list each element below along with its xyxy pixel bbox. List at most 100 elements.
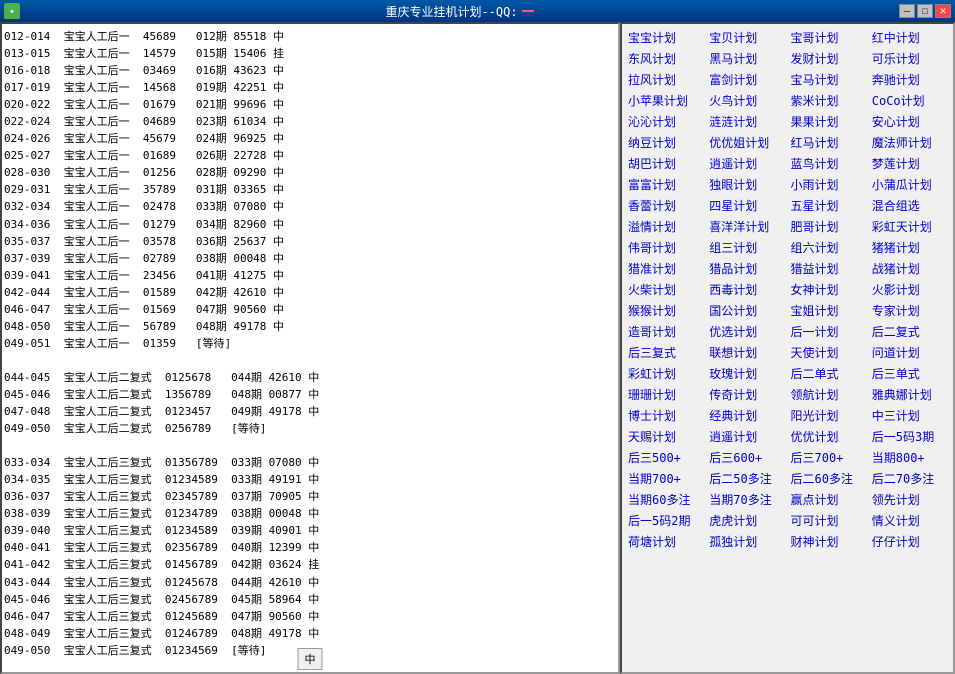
plan-link[interactable]: 后一计划 xyxy=(789,322,868,341)
plan-link[interactable]: 东风计划 xyxy=(626,49,705,68)
plan-link[interactable]: 博士计划 xyxy=(626,406,705,425)
plan-link[interactable]: 肥哥计划 xyxy=(789,217,868,236)
plan-link[interactable]: 宝贝计划 xyxy=(707,28,786,47)
plan-link[interactable]: 五星计划 xyxy=(789,196,868,215)
plan-link[interactable]: 安心计划 xyxy=(870,112,949,131)
plan-link[interactable]: 女神计划 xyxy=(789,280,868,299)
plan-link[interactable]: 情义计划 xyxy=(870,511,949,530)
plan-link[interactable]: 经典计划 xyxy=(707,406,786,425)
plan-link[interactable]: 宝姐计划 xyxy=(789,301,868,320)
plan-link[interactable]: 国公计划 xyxy=(707,301,786,320)
plan-link[interactable]: 猎益计划 xyxy=(789,259,868,278)
plan-link[interactable]: 伟哥计划 xyxy=(626,238,705,257)
plan-link[interactable]: 可可计划 xyxy=(789,511,868,530)
plan-link[interactable]: 优选计划 xyxy=(707,322,786,341)
plan-link[interactable]: 火鸟计划 xyxy=(707,91,786,110)
plan-link[interactable]: 优优计划 xyxy=(789,427,868,446)
plan-link[interactable]: 问道计划 xyxy=(870,343,949,362)
plan-link[interactable]: 虎虎计划 xyxy=(707,511,786,530)
plan-link[interactable]: 专家计划 xyxy=(870,301,949,320)
plan-link[interactable]: 后三复式 xyxy=(626,343,705,362)
plan-link[interactable]: 涟涟计划 xyxy=(707,112,786,131)
plan-link[interactable]: 小蒲瓜计划 xyxy=(870,175,949,194)
plan-link[interactable]: 猎准计划 xyxy=(626,259,705,278)
plan-link[interactable]: 后三600+ xyxy=(707,448,786,467)
close-button[interactable]: ✕ xyxy=(935,4,951,18)
plan-link[interactable]: 孤独计划 xyxy=(707,532,786,551)
plan-link[interactable]: 赢点计划 xyxy=(789,490,868,509)
plan-link[interactable]: 拉风计划 xyxy=(626,70,705,89)
plan-link[interactable]: 阳光计划 xyxy=(789,406,868,425)
plan-link[interactable]: 后二单式 xyxy=(789,364,868,383)
plan-link[interactable]: 果果计划 xyxy=(789,112,868,131)
plan-link[interactable]: 荷塘计划 xyxy=(626,532,705,551)
plan-link[interactable]: 优优姐计划 xyxy=(707,133,786,152)
plan-link[interactable]: 猴猴计划 xyxy=(626,301,705,320)
plan-link[interactable]: 组三计划 xyxy=(707,238,786,257)
minimize-button[interactable]: ─ xyxy=(899,4,915,18)
plan-link[interactable]: 后三700+ xyxy=(789,448,868,467)
plan-link[interactable]: 红马计划 xyxy=(789,133,868,152)
plan-link[interactable]: 战猪计划 xyxy=(870,259,949,278)
plan-link[interactable]: 发财计划 xyxy=(789,49,868,68)
plan-link[interactable]: 逍遥计划 xyxy=(707,427,786,446)
plan-link[interactable]: 火柴计划 xyxy=(626,280,705,299)
plan-link[interactable]: 宝哥计划 xyxy=(789,28,868,47)
plan-link[interactable]: 猪猪计划 xyxy=(870,238,949,257)
plan-link[interactable]: 雅典娜计划 xyxy=(870,385,949,404)
plan-link[interactable]: CoCo计划 xyxy=(870,91,949,110)
plan-link[interactable]: 天使计划 xyxy=(789,343,868,362)
plan-link[interactable]: 当期700+ xyxy=(626,469,705,488)
maximize-button[interactable]: □ xyxy=(917,4,933,18)
plan-link[interactable]: 胡巴计划 xyxy=(626,154,705,173)
plan-link[interactable]: 西毒计划 xyxy=(707,280,786,299)
plan-link[interactable]: 小苹果计划 xyxy=(626,91,705,110)
plan-link[interactable]: 后二60多注 xyxy=(789,469,868,488)
plan-link[interactable]: 当期70多注 xyxy=(707,490,786,509)
plan-link[interactable]: 香蕾计划 xyxy=(626,196,705,215)
plan-link[interactable]: 财神计划 xyxy=(789,532,868,551)
plan-link[interactable]: 当期60多注 xyxy=(626,490,705,509)
plan-link[interactable]: 小雨计划 xyxy=(789,175,868,194)
plan-link[interactable]: 彩虹天计划 xyxy=(870,217,949,236)
plan-link[interactable]: 混合组选 xyxy=(870,196,949,215)
plan-link[interactable]: 后二70多注 xyxy=(870,469,949,488)
plan-link[interactable]: 传奇计划 xyxy=(707,385,786,404)
plan-link[interactable]: 梦莲计划 xyxy=(870,154,949,173)
left-panel[interactable]: 012-014 宝宝人工后一 45689 012期 85518 中 013-01… xyxy=(0,22,620,674)
plan-link[interactable]: 宝马计划 xyxy=(789,70,868,89)
plan-link[interactable]: 喜洋洋计划 xyxy=(707,217,786,236)
plan-link[interactable]: 纳豆计划 xyxy=(626,133,705,152)
plan-link[interactable]: 领航计划 xyxy=(789,385,868,404)
plan-link[interactable]: 逍遥计划 xyxy=(707,154,786,173)
plan-link[interactable]: 可乐计划 xyxy=(870,49,949,68)
plan-link[interactable]: 紫米计划 xyxy=(789,91,868,110)
plan-link[interactable]: 仔仔计划 xyxy=(870,532,949,551)
plan-link[interactable]: 领先计划 xyxy=(870,490,949,509)
plan-link[interactable]: 独眼计划 xyxy=(707,175,786,194)
plan-link[interactable]: 红中计划 xyxy=(870,28,949,47)
plan-link[interactable]: 富剑计划 xyxy=(707,70,786,89)
plan-link[interactable]: 当期800+ xyxy=(870,448,949,467)
plan-link[interactable]: 后一5码3期 xyxy=(870,427,949,446)
plan-link[interactable]: 后一5码2期 xyxy=(626,511,705,530)
plan-link[interactable]: 蓝鸟计划 xyxy=(789,154,868,173)
plan-link[interactable]: 宝宝计划 xyxy=(626,28,705,47)
plan-link[interactable]: 富富计划 xyxy=(626,175,705,194)
plan-link[interactable]: 后三500+ xyxy=(626,448,705,467)
plan-link[interactable]: 玫瑰计划 xyxy=(707,364,786,383)
plan-link[interactable]: 中三计划 xyxy=(870,406,949,425)
plan-link[interactable]: 组六计划 xyxy=(789,238,868,257)
plan-link[interactable]: 造哥计划 xyxy=(626,322,705,341)
plan-link[interactable]: 猎品计划 xyxy=(707,259,786,278)
plan-link[interactable]: 珊珊计划 xyxy=(626,385,705,404)
plan-link[interactable]: 四星计划 xyxy=(707,196,786,215)
plan-link[interactable]: 火影计划 xyxy=(870,280,949,299)
plan-link[interactable]: 天赐计划 xyxy=(626,427,705,446)
plan-link[interactable]: 黑马计划 xyxy=(707,49,786,68)
plan-link[interactable]: 奔驰计划 xyxy=(870,70,949,89)
plan-link[interactable]: 后二50多注 xyxy=(707,469,786,488)
plan-link[interactable]: 联想计划 xyxy=(707,343,786,362)
plan-link[interactable]: 沁沁计划 xyxy=(626,112,705,131)
plan-link[interactable]: 后二复式 xyxy=(870,322,949,341)
